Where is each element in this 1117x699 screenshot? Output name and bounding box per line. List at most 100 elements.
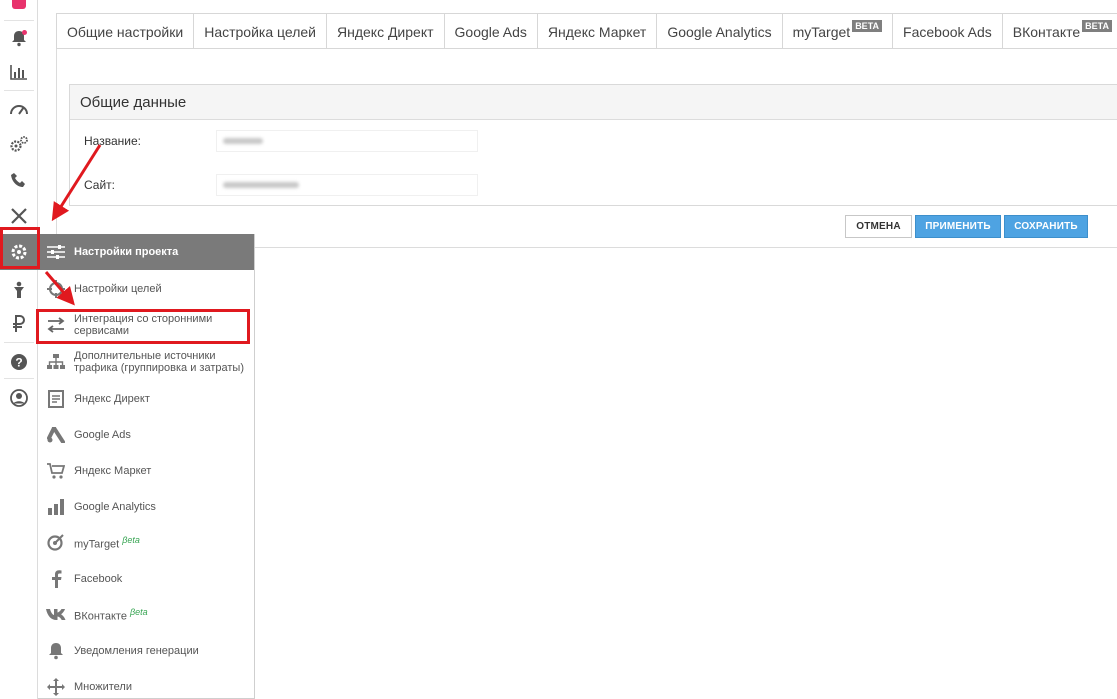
tab-4[interactable]: Яндекс Маркет [537,13,658,48]
tab-label: Facebook Ads [903,23,992,40]
menu-item-4[interactable]: Google Ads [38,419,254,451]
bar-chart-icon [46,497,66,517]
tab-label: myTarget [792,23,851,40]
menu-item-text: Google Ads [74,429,131,441]
card-title: Общие данные [70,85,1117,120]
highlight-integration-item [36,309,250,344]
save-button[interactable]: СОХРАНИТЬ [1004,215,1088,238]
google-ads-icon [46,425,66,445]
person-icon[interactable] [7,278,31,302]
beta-badge: BETA [1082,19,1112,32]
menu-item-7[interactable]: myTarget βeta [38,526,254,558]
menu-item-text: Яндекс Директ [74,393,150,405]
tab-label: Яндекс Маркет [547,23,647,40]
menu-item-3[interactable]: Яндекс Директ [38,383,254,415]
menu-item-text: Яндекс Маркет [74,465,152,477]
vk-icon [46,604,66,624]
tab-label: Общие настройки [67,23,184,40]
menu-item-text: Уведомления генерации [74,645,199,657]
speedometer-icon[interactable] [7,96,31,120]
tab-2[interactable]: Яндекс Директ [326,13,445,48]
tab-8[interactable]: ВКонтакте BETA [1002,13,1117,48]
beta-superscript: βeta [122,534,140,545]
settings-tabs: Общие настройки Настройка целей Яндекс Дир… [56,13,1117,49]
svg-text:?: ? [15,356,22,370]
logo-icon[interactable] [7,0,31,16]
menu-item-label: myTarget βeta [74,534,254,551]
sitemap-icon [46,352,66,372]
rail-divider [4,90,34,91]
rail-divider [4,20,34,21]
menu-item-label: Google Analytics [74,501,254,513]
menu-item-text: ВКонтакте [74,610,127,623]
cancel-button[interactable]: ОТМЕНА [845,215,912,238]
project-settings-menu: Настройки проекта Настройки целей Интегра… [38,234,255,699]
crosshair-icon [46,279,66,299]
menu-item-label: Google Ads [74,429,254,441]
ruble-icon[interactable] [7,312,31,336]
menu-item-text: Google Analytics [74,501,156,513]
menu-item-8[interactable]: Facebook [38,563,254,595]
tab-0[interactable]: Общие настройки [56,13,195,48]
menu-item-label: Facebook [74,573,254,585]
facebook-icon [46,569,66,589]
menu-item-text: Множители [74,681,132,693]
help-icon[interactable]: ? [7,350,31,374]
menu-item-label: Множители [74,681,254,693]
apply-button[interactable]: ПРИМЕНИТЬ [915,215,1001,238]
tab-label: Google Ads [454,23,527,40]
icon-rail: ? [0,0,38,699]
tools-icon[interactable] [7,204,31,228]
highlight-settings-gear [0,227,40,269]
tab-6[interactable]: myTarget BETA [782,13,894,48]
menu-item-label: Яндекс Директ [74,393,254,405]
general-data-card: Общие данные Название: Сайт: [69,84,1117,206]
rail-divider [4,342,34,343]
bell-icon[interactable] [7,26,31,50]
target-icon [46,532,66,552]
menu-item-9[interactable]: ВКонтакте βeta [38,598,254,630]
menu-item-label: Яндекс Маркет [74,465,254,477]
tab-7[interactable]: Facebook Ads [893,13,1003,48]
menu-item-label: Уведомления генерации [74,645,254,657]
menu-item-text: Настройки целей [74,283,162,295]
yandex-direct-icon [46,389,66,409]
menu-item-text: Facebook [74,573,123,585]
menu-item-2[interactable]: Дополнительные источники трафика (группи… [38,346,254,378]
redacted-value [223,182,299,188]
name-input[interactable] [216,130,478,152]
reports-chart-icon[interactable] [7,60,31,84]
menu-header[interactable]: Настройки проекта [38,234,254,270]
rail-divider [4,378,34,379]
menu-item-11[interactable]: Множители [38,671,254,699]
tab-3[interactable]: Google Ads [444,13,538,48]
menu-item-text: Дополнительные источники трафика (группи… [74,350,244,374]
menu-item-6[interactable]: Google Analytics [38,491,254,523]
move-arrows-icon [46,677,66,697]
tab-1[interactable]: Настройка целей [194,13,327,48]
beta-badge: BETA [852,19,883,32]
menu-item-label: Дополнительные источники трафика (группи… [74,350,254,374]
menu-item-text: myTarget [74,538,120,551]
tab-label: Яндекс Директ [336,23,434,40]
sliders-icon [47,245,65,262]
tab-label: Настройка целей [204,23,316,40]
phone-icon[interactable] [7,168,31,192]
account-icon[interactable] [7,386,31,410]
name-label: Название: [84,134,141,148]
tab-label: Google Analytics [667,23,772,40]
gears-icon[interactable] [7,132,31,156]
menu-item-label: ВКонтакте βeta [74,606,254,623]
menu-item-5[interactable]: Яндекс Маркет [38,455,254,487]
menu-item-10[interactable]: Уведомления генерации [38,635,254,667]
menu-header-label: Настройки проекта [74,246,179,258]
redacted-value [223,138,263,144]
site-label: Сайт: [84,178,116,192]
tab-5[interactable]: Google Analytics [657,13,783,48]
general-settings-panel: Общие данные Название: Сайт: ОТМЕНА ПРИМ… [56,49,1117,248]
tab-label: ВКонтакте [1012,23,1081,40]
menu-item-label: Настройки целей [74,283,254,295]
site-input[interactable] [216,174,478,196]
beta-superscript: βeta [129,606,148,617]
menu-item-0[interactable]: Настройки целей [38,273,254,305]
